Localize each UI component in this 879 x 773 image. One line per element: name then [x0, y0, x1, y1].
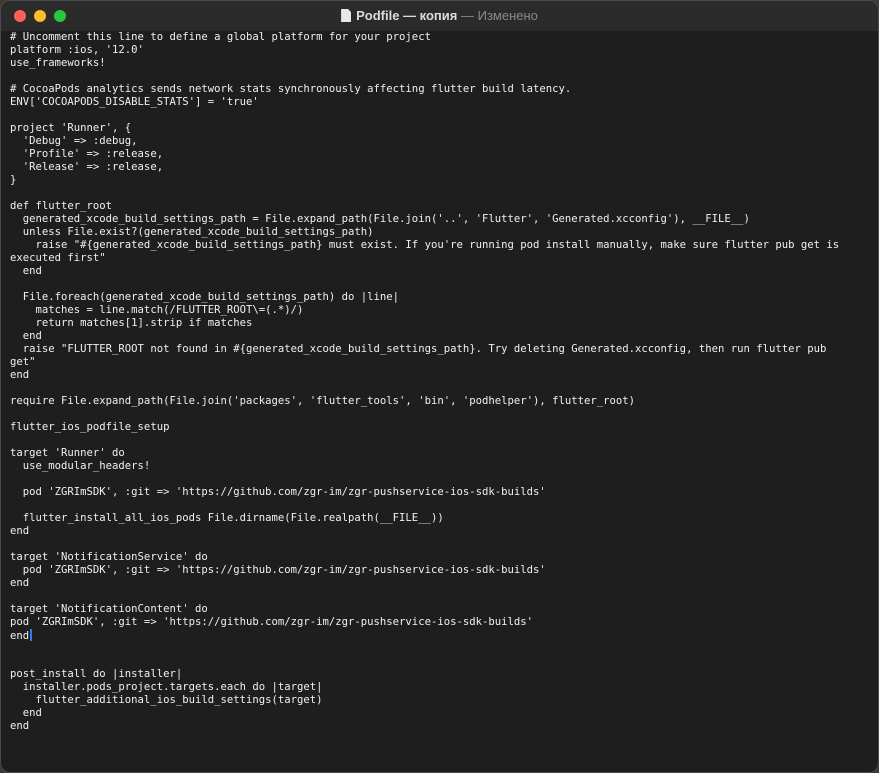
code-line[interactable] — [10, 642, 878, 655]
code-line[interactable]: matches = line.match(/FLUTTER_ROOT\=(.*)… — [10, 304, 878, 317]
window-title: Podfile — копия — Изменено — [1, 8, 878, 24]
code-line[interactable]: end — [10, 330, 878, 343]
code-line[interactable] — [10, 655, 878, 668]
code-line[interactable]: target 'NotificationService' do — [10, 551, 878, 564]
code-line[interactable]: target 'Runner' do — [10, 447, 878, 460]
code-line[interactable] — [10, 434, 878, 447]
code-line[interactable]: end — [10, 629, 878, 642]
code-line[interactable]: end — [10, 577, 878, 590]
code-line[interactable]: generated_xcode_build_settings_path = Fi… — [10, 213, 878, 226]
code-text[interactable]: # Uncomment this line to define a global… — [10, 31, 878, 733]
code-line[interactable] — [10, 109, 878, 122]
window-title-status: Изменено — [477, 8, 538, 23]
code-line[interactable]: flutter_ios_podfile_setup — [10, 421, 878, 434]
code-line[interactable]: def flutter_root — [10, 200, 878, 213]
code-line[interactable]: platform :ios, '12.0' — [10, 44, 878, 57]
code-line[interactable]: # CocoaPods analytics sends network stat… — [10, 83, 878, 96]
code-line[interactable]: flutter_install_all_ios_pods File.dirnam… — [10, 512, 878, 525]
code-line[interactable]: 'Release' => :release, — [10, 161, 878, 174]
code-line[interactable]: } — [10, 174, 878, 187]
code-line[interactable]: installer.pods_project.targets.each do |… — [10, 681, 878, 694]
window-title-separator: — — [460, 8, 474, 23]
window-title-filename: Podfile — копия — [356, 8, 458, 23]
code-line[interactable]: target 'NotificationContent' do — [10, 603, 878, 616]
code-line[interactable]: 'Profile' => :release, — [10, 148, 878, 161]
code-line[interactable] — [10, 278, 878, 291]
code-line[interactable]: raise "FLUTTER_ROOT not found in #{gener… — [10, 343, 878, 356]
code-line[interactable]: get" — [10, 356, 878, 369]
code-line[interactable]: flutter_additional_ios_build_settings(ta… — [10, 694, 878, 707]
text-editor-window: Podfile — копия — Изменено # Uncomment t… — [0, 0, 879, 773]
code-line[interactable]: end — [10, 265, 878, 278]
code-line[interactable] — [10, 382, 878, 395]
text-editor-area[interactable]: # Uncomment this line to define a global… — [1, 31, 878, 772]
code-line[interactable] — [10, 408, 878, 421]
code-line[interactable]: use_frameworks! — [10, 57, 878, 70]
code-line[interactable]: return matches[1].strip if matches — [10, 317, 878, 330]
code-line[interactable]: end — [10, 707, 878, 720]
code-line[interactable]: post_install do |installer| — [10, 668, 878, 681]
code-line[interactable]: File.foreach(generated_xcode_build_setti… — [10, 291, 878, 304]
code-line[interactable]: executed first" — [10, 252, 878, 265]
code-line[interactable]: ENV['COCOAPODS_DISABLE_STATS'] = 'true' — [10, 96, 878, 109]
code-line[interactable]: end — [10, 720, 878, 733]
code-line[interactable]: project 'Runner', { — [10, 122, 878, 135]
code-line[interactable]: 'Debug' => :debug, — [10, 135, 878, 148]
title-bar[interactable]: Podfile — копия — Изменено — [1, 1, 878, 32]
code-line[interactable] — [10, 70, 878, 83]
text-caret — [30, 629, 33, 641]
code-line[interactable]: raise "#{generated_xcode_build_settings_… — [10, 239, 878, 252]
code-line[interactable]: unless File.exist?(generated_xcode_build… — [10, 226, 878, 239]
code-line[interactable]: require File.expand_path(File.join('pack… — [10, 395, 878, 408]
code-line[interactable]: pod 'ZGRImSDK', :git => 'https://github.… — [10, 616, 878, 629]
code-line[interactable] — [10, 187, 878, 200]
code-line[interactable]: end — [10, 525, 878, 538]
code-line[interactable]: pod 'ZGRImSDK', :git => 'https://github.… — [10, 564, 878, 577]
code-line[interactable] — [10, 538, 878, 551]
code-line[interactable]: end — [10, 369, 878, 382]
document-icon — [341, 9, 352, 22]
code-line[interactable] — [10, 473, 878, 486]
code-line[interactable]: # Uncomment this line to define a global… — [10, 31, 878, 44]
code-line[interactable]: pod 'ZGRImSDK', :git => 'https://github.… — [10, 486, 878, 499]
code-line[interactable] — [10, 499, 878, 512]
code-line[interactable] — [10, 590, 878, 603]
code-line[interactable]: use_modular_headers! — [10, 460, 878, 473]
